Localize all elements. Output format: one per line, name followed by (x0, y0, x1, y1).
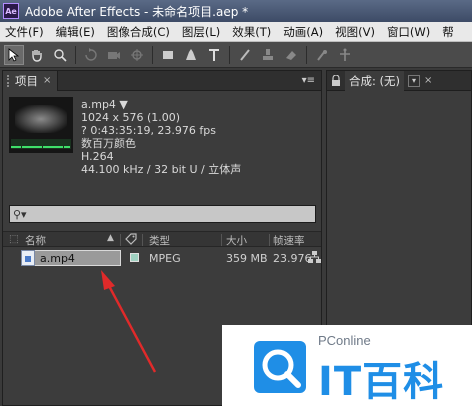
roto-brush-tool-icon[interactable] (312, 45, 332, 65)
audio-wave-bar (67, 146, 70, 148)
footage-name[interactable]: a.mp4 ▼ (81, 98, 241, 111)
composition-tabbar: 合成: (无) ▾ × (327, 70, 471, 91)
menu-file[interactable]: 文件(F) (0, 24, 51, 40)
tools-toolbar (0, 42, 472, 68)
tab-project[interactable]: 项目 × (3, 70, 59, 91)
pan-behind-tool-icon[interactable] (127, 45, 147, 65)
footage-thumbnail (9, 97, 73, 153)
column-fps[interactable]: 帧速率 (273, 233, 305, 248)
column-toggle-icon[interactable]: ⬚ (9, 233, 19, 245)
menu-view[interactable]: 视图(V) (330, 24, 382, 40)
menu-animation[interactable]: 动画(A) (278, 24, 330, 40)
column-divider[interactable] (269, 234, 270, 246)
close-icon[interactable]: × (43, 75, 51, 86)
label-color-swatch[interactable] (130, 253, 139, 262)
selection-tool-icon[interactable] (4, 44, 24, 65)
column-name[interactable]: 名称 (25, 233, 46, 248)
project-column-header: ⬚ 名称 ▲ 类型 大小 帧速率 (3, 231, 321, 247)
rectangle-tool-icon[interactable] (158, 45, 178, 65)
title-bar: Ae Adobe After Effects - 未命名项目.aep * (0, 0, 472, 22)
menu-effect[interactable]: 效果(T) (227, 24, 278, 40)
footage-file-icon (21, 250, 35, 266)
row-size: 359 MB (226, 252, 268, 265)
flowchart-icon[interactable] (308, 251, 321, 264)
panel-menu-icon[interactable]: ▾≡ (302, 75, 315, 86)
thumbnail-frame (15, 105, 67, 133)
menu-help[interactable]: 帮 (437, 24, 461, 40)
footage-info: a.mp4 ▼ 1024 x 576 (1.00) ? 0:43:35:19, … (81, 98, 241, 176)
window-title: Adobe After Effects - 未命名项目.aep * (25, 4, 249, 19)
lock-icon[interactable] (331, 73, 341, 87)
column-size[interactable]: 大小 (226, 233, 247, 248)
toolbar-separator (152, 45, 153, 64)
project-panel-tabbar: 项目 × ▾≡ (3, 70, 321, 91)
menu-layer[interactable]: 图层(L) (177, 24, 227, 40)
audio-waveform (11, 139, 71, 149)
watermark-brand: PConline (318, 333, 371, 348)
menu-composition[interactable]: 图像合成(C) (102, 24, 177, 40)
row-fps: 23.976 (273, 252, 312, 265)
menu-window[interactable]: 窗口(W) (382, 24, 437, 40)
column-type[interactable]: 类型 (149, 233, 170, 248)
clone-stamp-tool-icon[interactable] (258, 45, 278, 65)
close-icon[interactable]: × (424, 75, 432, 86)
after-effects-app-icon: Ae (3, 3, 19, 19)
pen-tool-icon[interactable] (181, 45, 201, 65)
label-column-icon[interactable] (125, 233, 137, 248)
row-type: MPEG (149, 252, 181, 265)
camera-tool-icon[interactable] (104, 45, 124, 65)
table-row[interactable]: a.mp4 MPEG 359 MB 23.976 (3, 249, 321, 267)
column-divider[interactable] (221, 234, 222, 246)
text-tool-icon[interactable] (204, 45, 224, 65)
tab-composition-label[interactable]: 合成: (无) (345, 70, 405, 91)
footage-resolution: 1024 x 576 (1.00) (81, 111, 181, 124)
chevron-down-icon[interactable]: ▾ (408, 74, 421, 87)
toolbar-separator (229, 45, 230, 64)
toolbar-separator (75, 45, 76, 64)
row-name[interactable]: a.mp4 (21, 250, 121, 266)
toolbar-separator (306, 45, 307, 64)
menu-edit[interactable]: 编辑(E) (51, 24, 102, 40)
hand-tool-icon[interactable] (27, 45, 47, 65)
puppet-tool-icon[interactable] (335, 45, 355, 65)
eraser-tool-icon[interactable] (281, 45, 301, 65)
footage-duration: ? 0:43:35:19, 23.976 fps (81, 124, 217, 137)
watermark-name: IT百科 (318, 359, 445, 405)
footage-color: 数百万颜色 (81, 137, 136, 150)
panel-grip-icon[interactable] (7, 74, 11, 87)
menu-bar: 文件(F) 编辑(E) 图像合成(C) 图层(L) 效果(T) 动画(A) 视图… (0, 22, 472, 42)
tab-project-label: 项目 (15, 73, 38, 88)
sort-ascending-icon[interactable]: ▲ (107, 233, 114, 243)
project-search-input[interactable]: ⚲▾ (9, 205, 316, 223)
rotate-tool-icon[interactable] (81, 45, 101, 65)
brush-tool-icon[interactable] (235, 45, 255, 65)
column-divider[interactable] (120, 234, 121, 246)
zoom-tool-icon[interactable] (50, 45, 70, 65)
pconline-logo-icon (254, 341, 306, 393)
footage-codec: H.264 (81, 150, 114, 163)
footage-audio: 44.100 kHz / 32 bit U / 立体声 (81, 163, 242, 176)
column-divider[interactable] (142, 234, 143, 246)
pconline-watermark: PConline IT百科 (222, 325, 472, 406)
search-icon[interactable]: ⚲▾ (13, 208, 27, 221)
